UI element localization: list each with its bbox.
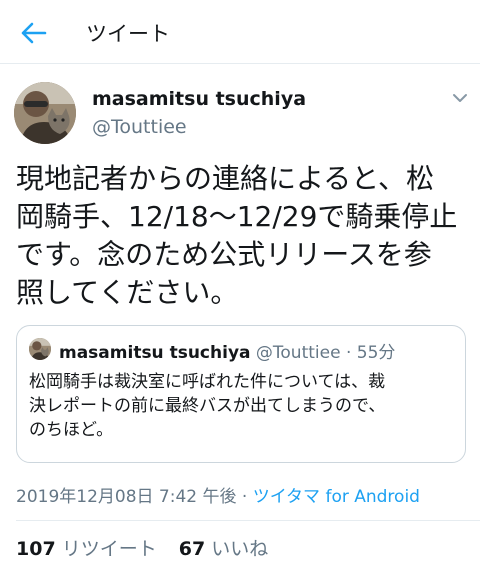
tweet-stats: 107 リツイート 67 いいね (16, 534, 284, 561)
top-bar: ツイート (0, 0, 480, 64)
avatar-photo-cat-icon (14, 82, 76, 144)
tweet-meta: 2019年12月08日 7:42 午後 · ツイタマ for Android (16, 482, 420, 507)
tweet-menu-button[interactable] (451, 90, 469, 104)
tweet-source-link[interactable]: ツイタマ for Android (253, 487, 420, 507)
quoted-author-avatar (29, 338, 51, 360)
quoted-line: のちほど。 (29, 420, 114, 440)
back-button[interactable] (18, 18, 48, 48)
tweet-line: です。念のため公式リリースを参 (16, 238, 432, 271)
chevron-down-icon (453, 94, 467, 102)
quoted-tweet-card[interactable]: masamitsu tsuchiya @Touttiee · 55分 松岡騎手は… (16, 325, 466, 463)
like-label: いいね (211, 538, 269, 560)
tweet-line: 現地記者からの連絡によると、松 (16, 162, 435, 195)
quoted-separator: · (345, 343, 352, 363)
like-count: 67 (178, 538, 206, 560)
avatar-photo-cat-icon (29, 338, 51, 360)
quoted-time: 55分 (356, 343, 396, 363)
divider (16, 520, 480, 521)
tweet-line: 岡騎手、12/18〜12/29で騎乗停止 (16, 200, 458, 233)
quoted-author-handle: @Touttiee (255, 343, 341, 363)
quoted-author-name: masamitsu tsuchiya (59, 343, 251, 363)
author-avatar[interactable] (14, 82, 76, 144)
arrow-left-icon (21, 22, 47, 44)
page-title: ツイート (86, 22, 170, 46)
tweet-line: 照してください。 (16, 276, 239, 309)
retweet-count: 107 (16, 538, 56, 560)
tweet-timestamp: 2019年12月08日 7:42 午後 · (16, 487, 253, 507)
like-count-link[interactable]: 67 いいね (179, 534, 269, 561)
author-handle[interactable]: @Touttiee (92, 116, 187, 138)
quoted-tweet-text: 松岡騎手は裁決室に呼ばれた件については、裁 決レポートの前に最終バスが出てしまう… (29, 370, 457, 442)
retweet-label: リツイート (61, 538, 157, 560)
retweet-count-link[interactable]: 107 リツイート (16, 534, 157, 561)
author-display-name[interactable]: masamitsu tsuchiya (92, 88, 306, 110)
quoted-line: 決レポートの前に最終バスが出てしまうので、 (29, 396, 386, 416)
quoted-line: 松岡騎手は裁決室に呼ばれた件については、裁 (29, 372, 386, 392)
quoted-tweet-header: masamitsu tsuchiya @Touttiee · 55分 (59, 338, 395, 363)
tweet-text: 現地記者からの連絡によると、松 岡騎手、12/18〜12/29で騎乗停止 です。… (16, 160, 468, 312)
